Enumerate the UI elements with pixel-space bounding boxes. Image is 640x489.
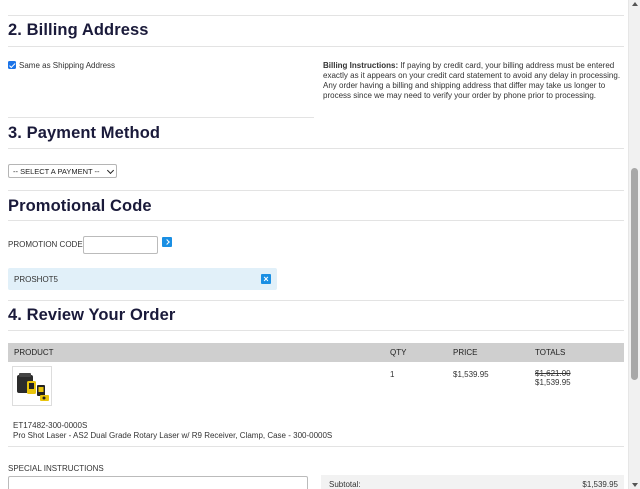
scroll-up-arrow-icon[interactable] (632, 2, 638, 6)
payment-method-select[interactable]: -- SELECT A PAYMENT -- (8, 164, 117, 178)
divider (8, 446, 624, 447)
review-heading: 4. Review Your Order (8, 306, 176, 324)
remove-promo-button[interactable]: × (261, 274, 271, 284)
item-qty: 1 (390, 370, 395, 379)
same-as-shipping-checkbox[interactable] (8, 61, 16, 69)
divider (8, 220, 624, 221)
divider (8, 300, 624, 301)
applied-promo-chip: PROSHOT5 × (8, 268, 277, 290)
column-totals: TOTALS (535, 348, 566, 357)
item-total: $1,539.95 (535, 378, 571, 387)
billing-instructions: Billing Instructions: If paying by credi… (323, 61, 621, 101)
promo-heading: Promotional Code (8, 197, 152, 215)
promo-code-input[interactable] (83, 236, 158, 254)
divider (8, 330, 624, 331)
special-instructions-label: SPECIAL INSTRUCTIONS (8, 464, 104, 473)
chevron-right-icon (163, 239, 170, 245)
item-original-total: $1,621.00 (535, 369, 571, 378)
divider (8, 15, 624, 16)
promo-code-label: PROMOTION CODE (8, 240, 83, 249)
divider (8, 117, 314, 118)
item-sku: ET17482-300-0000S (13, 421, 88, 430)
item-name: Pro Shot Laser - AS2 Dual Grade Rotary L… (13, 431, 333, 440)
divider (8, 148, 624, 149)
subtotal-label: Subtotal: (329, 480, 361, 489)
rotary-laser-image (17, 373, 49, 401)
scroll-down-arrow-icon[interactable] (632, 483, 638, 487)
column-qty: QTY (390, 348, 407, 357)
vertical-scrollbar[interactable] (628, 0, 640, 489)
apply-promo-button[interactable] (162, 237, 172, 247)
divider (8, 190, 624, 191)
payment-method-select-value: -- SELECT A PAYMENT -- (13, 167, 100, 176)
applied-promo-code: PROSHOT5 (14, 275, 59, 284)
item-price: $1,539.95 (453, 370, 489, 379)
column-price: PRICE (453, 348, 478, 357)
payment-heading: 3. Payment Method (8, 124, 161, 142)
billing-heading: 2. Billing Address (8, 21, 149, 39)
order-summary: Subtotal: $1,539.95 (321, 475, 624, 489)
chevron-down-icon (106, 166, 115, 175)
scrollbar-thumb[interactable] (631, 168, 638, 380)
same-as-shipping-label[interactable]: Same as Shipping Address (19, 61, 115, 70)
divider (8, 46, 624, 47)
close-icon: × (263, 274, 269, 284)
billing-instructions-label: Billing Instructions: (323, 61, 399, 70)
order-table-header: PRODUCT QTY PRICE TOTALS (8, 343, 624, 362)
checkout-page: 2. Billing Address Same as Shipping Addr… (0, 0, 628, 489)
special-instructions-textarea[interactable] (8, 476, 308, 489)
column-product: PRODUCT (14, 348, 54, 357)
product-thumbnail[interactable] (12, 366, 52, 406)
subtotal-value: $1,539.95 (582, 480, 618, 489)
